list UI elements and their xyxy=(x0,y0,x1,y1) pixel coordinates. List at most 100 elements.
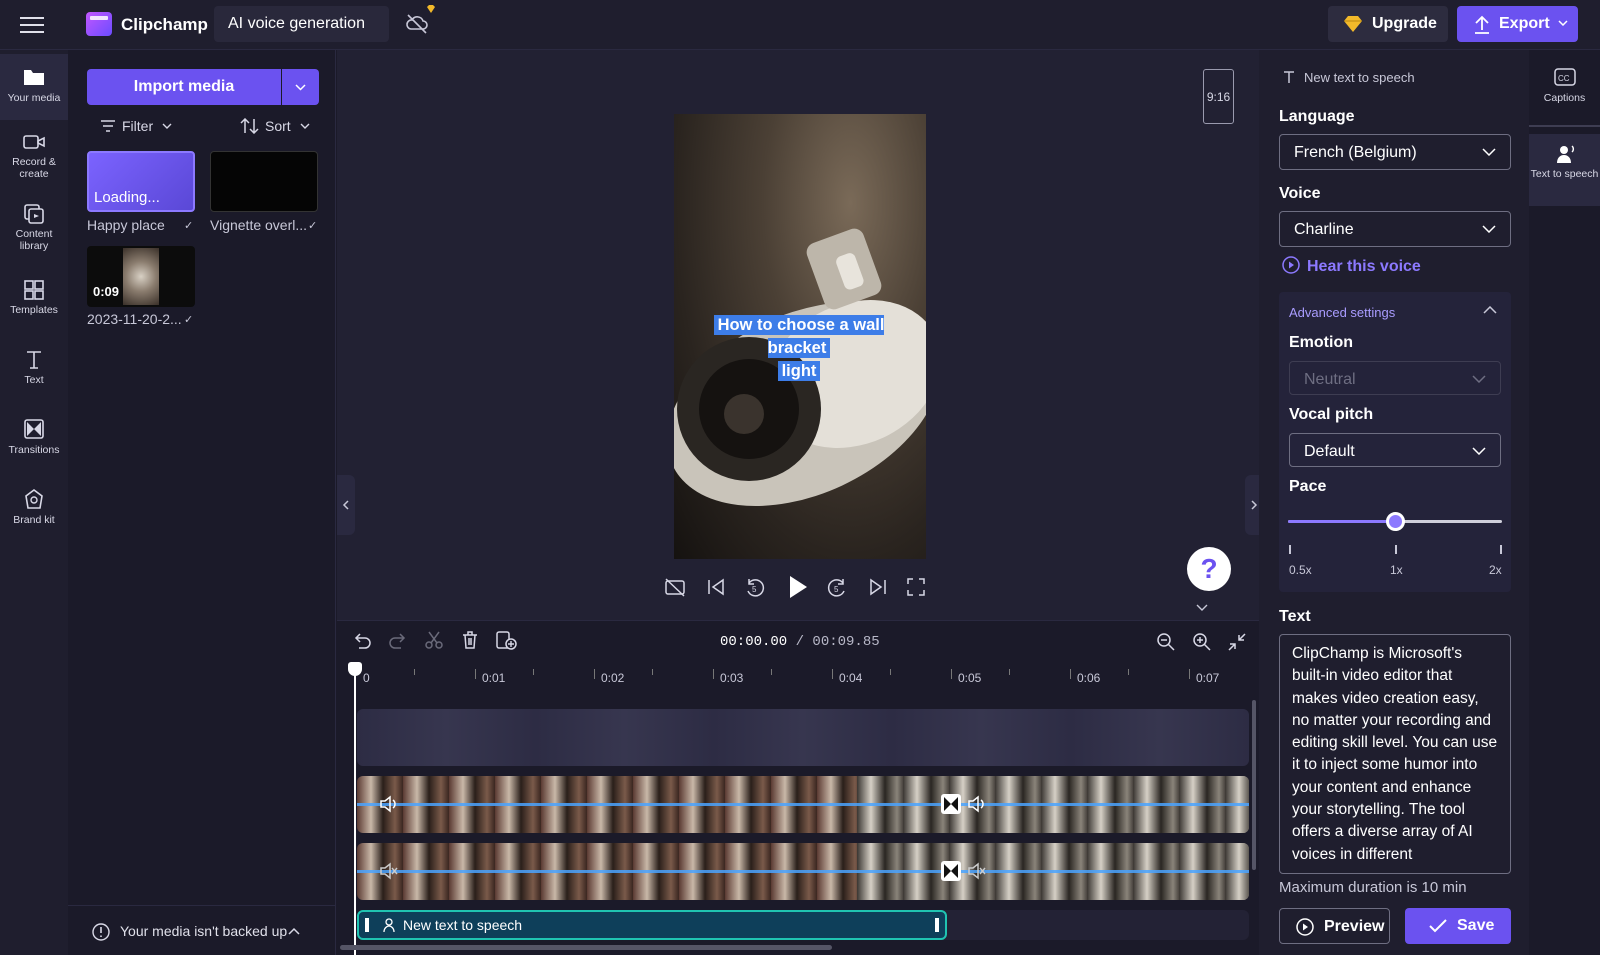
cloud-off-icon[interactable] xyxy=(405,12,429,34)
ruler-label: 0:05 xyxy=(958,671,982,685)
upgrade-button[interactable]: Upgrade xyxy=(1328,6,1448,42)
svg-text:CC: CC xyxy=(1558,74,1570,83)
total-time: / 00:09.85 xyxy=(795,634,880,650)
save-button[interactable]: Save xyxy=(1405,908,1511,944)
voice-select[interactable]: Charline xyxy=(1279,211,1511,247)
ruler-tick xyxy=(533,669,534,675)
transitions-icon xyxy=(24,419,44,439)
undo-icon[interactable] xyxy=(352,630,372,650)
media-item-name: Happy place xyxy=(87,217,165,233)
vocal-pitch-select[interactable]: Default xyxy=(1289,433,1501,467)
trim-handle-right[interactable] xyxy=(935,918,939,932)
fit-timeline-icon[interactable] xyxy=(1227,632,1247,652)
timeline-horizontal-scrollbar[interactable] xyxy=(340,945,832,950)
pace-label: Pace xyxy=(1289,478,1327,495)
rail-item-content-library[interactable]: Content library xyxy=(0,202,68,260)
rail-item-record-create[interactable]: Record & create xyxy=(0,132,68,190)
video-caption-overlay[interactable]: How to choose a wall bracket light xyxy=(680,314,918,383)
rail-item-brand-kit[interactable]: Brand kit xyxy=(0,488,68,538)
clipchamp-logo-icon xyxy=(86,12,112,36)
aspect-ratio-button[interactable]: 9:16 xyxy=(1203,69,1234,124)
zoom-in-icon[interactable] xyxy=(1192,632,1212,652)
rail-item-your-media[interactable]: Your media xyxy=(0,54,68,120)
hamburger-menu-icon[interactable] xyxy=(18,12,46,38)
speaker-icon[interactable] xyxy=(967,794,987,814)
forward-5s-icon[interactable]: 5 xyxy=(826,577,848,599)
hide-preview-icon[interactable] xyxy=(664,577,686,597)
ruler-label: 0 xyxy=(363,671,370,685)
save-label: Save xyxy=(1457,917,1495,934)
export-label: Export xyxy=(1499,15,1550,32)
loading-label: Loading... xyxy=(94,189,160,206)
muted-speaker-icon[interactable] xyxy=(379,861,399,881)
playhead[interactable] xyxy=(354,662,356,955)
pace-slider-knob[interactable] xyxy=(1386,512,1405,531)
add-media-icon[interactable] xyxy=(495,630,517,650)
caption-line: light xyxy=(777,361,821,381)
caption-line: How to choose a wall bracket xyxy=(713,315,885,358)
redo-icon[interactable] xyxy=(388,630,408,650)
delete-icon[interactable] xyxy=(460,630,480,650)
tts-text-input[interactable]: ClipChamp is Microsoft's built-in video … xyxy=(1279,634,1511,874)
filter-button[interactable]: Filter xyxy=(100,118,172,134)
media-thumbnail-happy-place[interactable]: Loading... xyxy=(87,151,195,212)
export-button[interactable]: Export xyxy=(1457,6,1578,42)
language-select[interactable]: French (Belgium) xyxy=(1279,134,1511,170)
advanced-settings-label[interactable]: Advanced settings xyxy=(1289,305,1395,320)
header-text: New text to speech xyxy=(1304,70,1415,85)
muted-speaker-icon[interactable] xyxy=(967,861,987,881)
video-track-clip-2[interactable] xyxy=(357,843,1249,900)
skip-back-icon[interactable] xyxy=(706,577,726,597)
zoom-out-icon[interactable] xyxy=(1156,632,1176,652)
import-media-button[interactable]: Import media xyxy=(87,69,281,105)
transition-icon[interactable] xyxy=(941,794,961,814)
play-icon[interactable] xyxy=(787,574,809,600)
speaker-icon[interactable] xyxy=(379,794,399,814)
tts-clip-label: New text to speech xyxy=(403,917,523,933)
rewind-5s-icon[interactable]: 5 xyxy=(744,577,766,599)
video-track-clip-1[interactable] xyxy=(357,776,1249,833)
import-dropdown-button[interactable] xyxy=(282,69,319,105)
rail-item-text-to-speech[interactable]: Text to speech xyxy=(1529,134,1600,206)
pace-slider-fill xyxy=(1288,520,1395,523)
rail-item-text[interactable]: Text xyxy=(0,348,68,398)
split-scissors-icon[interactable] xyxy=(424,630,444,650)
chevron-down-icon xyxy=(1472,375,1486,383)
skip-forward-icon[interactable] xyxy=(868,577,888,597)
media-thumbnail-vignette[interactable] xyxy=(210,151,318,212)
preview-button[interactable]: Preview xyxy=(1279,908,1390,944)
tts-audio-clip[interactable]: New text to speech xyxy=(357,910,947,940)
chevron-up-icon[interactable] xyxy=(1483,306,1497,314)
overlay-track-clip[interactable] xyxy=(357,709,1249,766)
help-button[interactable]: ? xyxy=(1187,547,1231,591)
transition-icon[interactable] xyxy=(941,861,961,881)
audio-waveform xyxy=(357,870,1249,873)
svg-text:5: 5 xyxy=(752,585,757,594)
backup-notice[interactable]: Your media isn't backed up xyxy=(68,905,336,955)
sort-button[interactable]: Sort xyxy=(240,118,310,134)
rail-item-templates[interactable]: Templates xyxy=(0,278,68,328)
svg-text:5: 5 xyxy=(834,585,839,594)
ruler-label: 0:06 xyxy=(1077,671,1101,685)
rail-label: Record & create xyxy=(12,156,56,180)
pace-tick-label: 0.5x xyxy=(1289,563,1312,577)
timeline-vertical-scrollbar[interactable] xyxy=(1252,700,1256,870)
rail-item-transitions[interactable]: Transitions xyxy=(0,418,68,468)
chevron-down-icon[interactable] xyxy=(1196,604,1208,612)
project-name-field[interactable]: AI voice generation xyxy=(214,6,389,42)
app-name: Clipchamp xyxy=(121,15,208,34)
collapse-left-panel-button[interactable] xyxy=(337,475,355,535)
filter-icon xyxy=(101,120,115,132)
media-thumbnail-video[interactable]: 0:09 xyxy=(87,246,195,307)
playhead-handle[interactable] xyxy=(348,662,362,676)
hear-voice-link[interactable]: Hear this voice xyxy=(1282,256,1421,276)
media-item-name: 2023-11-20-2... xyxy=(87,311,182,327)
ruler-tick xyxy=(713,669,714,679)
rail-item-captions[interactable]: CC Captions xyxy=(1529,58,1600,118)
fullscreen-icon[interactable] xyxy=(906,577,926,597)
emotion-label: Emotion xyxy=(1289,334,1353,351)
trim-handle-left[interactable] xyxy=(365,918,369,932)
ruler-label: 0:04 xyxy=(839,671,863,685)
voice-label: Voice xyxy=(1279,185,1321,202)
voice-icon xyxy=(1556,145,1574,163)
